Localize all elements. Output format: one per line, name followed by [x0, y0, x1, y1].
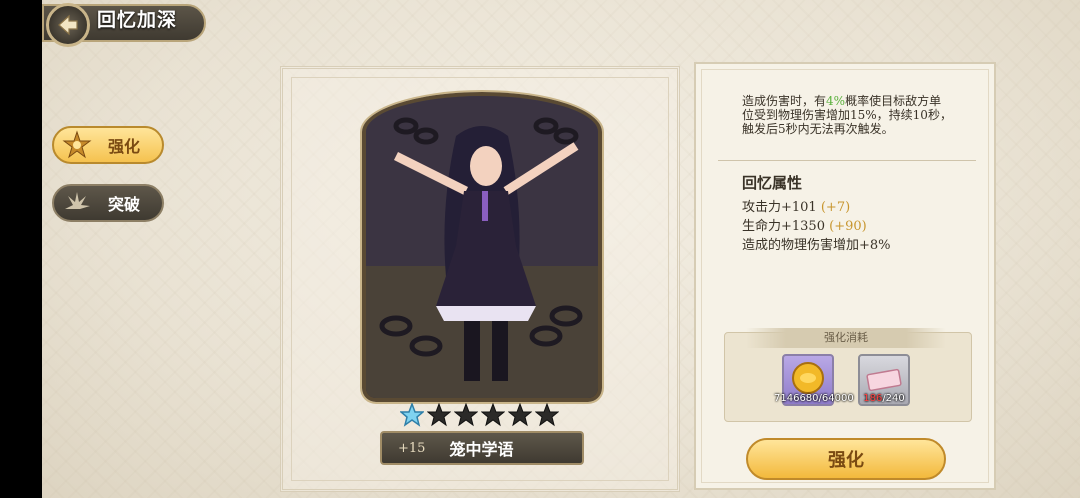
tab-breakthrough[interactable]: 突破 [52, 184, 164, 222]
star-empty-icon [535, 403, 559, 427]
attr-hp: 生命力+1350 (+90) [742, 215, 867, 234]
gold-need: /64000 [818, 393, 854, 404]
attr-attack-value: 攻击力+101 [742, 200, 817, 215]
card-name: 笼中学语 [449, 440, 514, 459]
ticket-have: 186 [863, 393, 883, 404]
divider [718, 160, 976, 161]
back-arrow-icon [58, 14, 78, 36]
detail-panel: 造成伤害时，有4%概率使目标敌方单位受到物理伤害增加15%，持续10秒，触发后5… [694, 62, 996, 490]
star-empty-icon [427, 403, 451, 427]
star-empty-icon [508, 403, 532, 427]
attr-hp-bonus: (+90) [829, 219, 867, 234]
ticket-quantity: 186/240 [858, 393, 910, 404]
star-filled-icon [400, 403, 424, 427]
back-button[interactable] [46, 3, 90, 47]
burst-icon [60, 186, 94, 220]
star-empty-icon [481, 403, 505, 427]
memory-card-art [362, 92, 602, 402]
card-name-plate: +15 笼中学语 [380, 431, 584, 465]
card-level: +15 [398, 440, 426, 456]
skill-desc-chance: 4% [826, 94, 846, 108]
page-title: 回忆加深 [97, 9, 178, 31]
attr-attack: 攻击力+101 (+7) [742, 196, 850, 215]
star-emblem-icon [60, 128, 94, 162]
star-rating [400, 403, 559, 427]
skill-desc-part-1: 造成伤害时，有 [742, 94, 827, 108]
ticket-need: /240 [882, 393, 905, 404]
gold-quantity: 7146680/64000 [774, 393, 854, 404]
gold-have: 7146680 [774, 393, 819, 404]
screen: 回忆加深 强化 突破 +15 笼中学语 造成伤害时，有4%概率使目标敌方单位受到… [42, 0, 1080, 498]
tab-enhance[interactable]: 强化 [52, 126, 164, 164]
tab-breakthrough-label: 突破 [108, 195, 141, 214]
attr-hp-value: 生命力+1350 [742, 219, 825, 234]
skill-description: 造成伤害时，有4%概率使目标敌方单位受到物理伤害增加15%，持续10秒，触发后5… [742, 94, 952, 136]
tab-enhance-label: 强化 [108, 137, 141, 156]
cost-label: 强化消耗 [746, 328, 946, 348]
star-empty-icon [454, 403, 478, 427]
attr-attack-bonus: (+7) [820, 200, 851, 215]
attributes-title: 回忆属性 [742, 174, 803, 192]
enhance-button[interactable]: 强化 [746, 438, 946, 480]
attr-physical-damage: 造成的物理伤害增加+8% [742, 238, 891, 253]
